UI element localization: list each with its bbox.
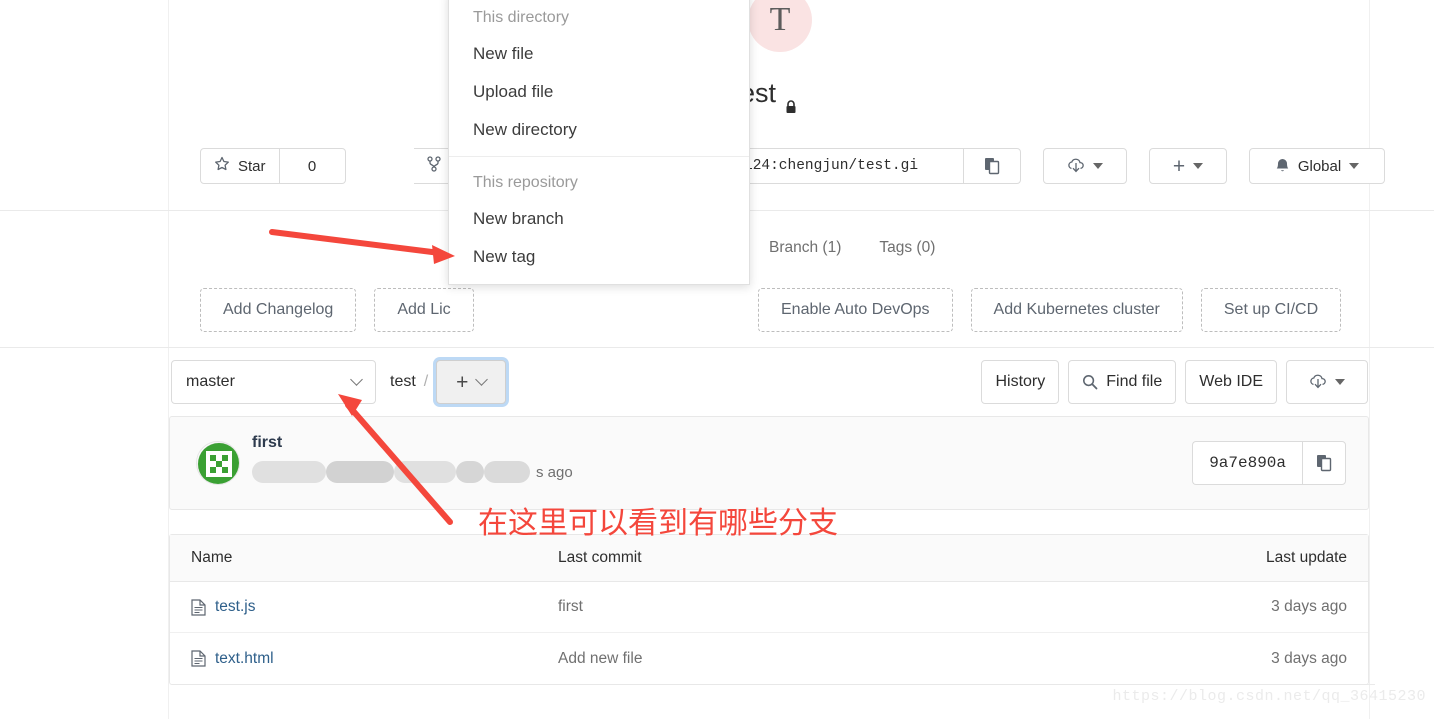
- menu-item-new-tag[interactable]: New tag: [449, 238, 749, 276]
- menu-item-new-branch[interactable]: New branch: [449, 200, 749, 238]
- column-header-last-update: Last update: [1265, 549, 1347, 566]
- project-avatar: T: [748, 0, 812, 52]
- notification-button[interactable]: Global: [1249, 148, 1385, 184]
- file-commit-cell[interactable]: first: [558, 598, 1238, 616]
- star-group: Star 0: [200, 148, 346, 184]
- table-row[interactable]: test.js first 3 days ago: [170, 582, 1368, 633]
- table-row[interactable]: text.html Add new file 3 days ago: [170, 633, 1368, 684]
- star-icon: [214, 156, 230, 176]
- copy-icon: [1316, 455, 1331, 472]
- copy-icon: [984, 158, 999, 175]
- menu-section-this-directory: This directory: [473, 9, 570, 26]
- redacted-author-3: [394, 461, 456, 483]
- menu-item-upload-file[interactable]: Upload file: [449, 73, 749, 111]
- menu-item-new-file[interactable]: New file: [449, 35, 749, 73]
- file-list: Name Last commit Last update test.js fir…: [169, 534, 1369, 685]
- avatar: [196, 441, 240, 485]
- clone-and-actions: 124:chengjun/test.gi + Global: [735, 148, 1385, 184]
- file-commit-cell[interactable]: Add new file: [558, 650, 1238, 668]
- setup-actions-right: Enable Auto DevOps Add Kubernetes cluste…: [758, 288, 1342, 332]
- file-name-cell: test.js: [170, 598, 558, 616]
- chevron-down-icon: [1349, 163, 1360, 169]
- add-to-tree-dropdown-menu: This directory New file Upload file New …: [448, 0, 750, 285]
- redacted-time: [484, 461, 530, 483]
- add-kubernetes-cluster-button[interactable]: Add Kubernetes cluster: [970, 288, 1183, 332]
- find-file-label: Find file: [1106, 373, 1163, 390]
- breadcrumb-root[interactable]: test: [390, 373, 416, 391]
- bell-icon: [1276, 158, 1289, 171]
- notification-label: Global: [1297, 157, 1342, 175]
- chevron-down-icon: [1093, 163, 1103, 169]
- project-avatar-letter: T: [769, 1, 791, 38]
- commit-title[interactable]: first: [252, 434, 282, 452]
- fork-icon: [426, 156, 441, 176]
- plus-icon: +: [456, 370, 469, 394]
- file-list-header: Name Last commit Last update: [170, 535, 1368, 582]
- file-name-cell: text.html: [170, 650, 558, 668]
- setup-divider: [0, 347, 1434, 348]
- download-icon: [1310, 374, 1326, 389]
- branch-selector[interactable]: master: [171, 360, 376, 404]
- star-label: Star: [238, 157, 266, 175]
- chevron-down-icon: [1335, 379, 1345, 385]
- breadcrumb: test / +: [390, 360, 507, 404]
- add-changelog-button[interactable]: Add Changelog: [200, 288, 357, 332]
- repo-action-buttons: History Find file Web IDE: [981, 360, 1368, 404]
- copy-sha-button[interactable]: [1302, 441, 1346, 485]
- download-icon: [1068, 158, 1084, 173]
- star-button[interactable]: Star: [200, 148, 280, 184]
- download-source-button[interactable]: [1043, 148, 1127, 184]
- breadcrumb-separator: /: [423, 373, 429, 390]
- find-file-button[interactable]: Find file: [1068, 360, 1177, 404]
- history-button[interactable]: History: [981, 360, 1060, 404]
- chevron-down-icon: [350, 372, 363, 386]
- star-count[interactable]: 0: [279, 148, 346, 184]
- search-icon: [1083, 374, 1098, 390]
- annotation-text: 在这里可以看到有哪些分支: [478, 507, 838, 540]
- commit-time-ago: s ago: [536, 463, 573, 481]
- chevron-down-icon: [1193, 163, 1204, 169]
- clone-url-field[interactable]: 124:chengjun/test.gi: [735, 148, 963, 184]
- tags-stat[interactable]: Tags (0): [879, 239, 935, 257]
- redacted-author: [252, 461, 326, 483]
- column-header-last-commit: Last commit: [558, 549, 642, 566]
- add-to-tree-button[interactable]: +: [436, 360, 507, 404]
- menu-divider: [449, 156, 749, 157]
- redacted-author-4: [456, 461, 484, 483]
- file-link[interactable]: text.html: [215, 650, 274, 668]
- redacted-author-2: [326, 461, 394, 483]
- commit-sha-group: 9a7e890a: [1192, 441, 1346, 485]
- download-repo-button[interactable]: [1286, 360, 1368, 404]
- watermark: https://blog.csdn.net/qq_36415230: [1112, 688, 1426, 705]
- web-ide-button[interactable]: Web IDE: [1185, 360, 1277, 404]
- commit-meta: s ago: [252, 461, 573, 483]
- copy-url-button[interactable]: [963, 148, 1021, 184]
- last-commit-panel: first s ago 9a7e890a: [169, 416, 1369, 510]
- lock-icon: [785, 90, 797, 113]
- branch-selector-label: master: [186, 373, 235, 390]
- chevron-down-icon: [475, 372, 489, 386]
- arrow-to-new-branch: [269, 229, 455, 264]
- set-up-cicd-button[interactable]: Set up CI/CD: [1200, 288, 1342, 332]
- commit-sha[interactable]: 9a7e890a: [1192, 441, 1302, 485]
- repo-toolbar: master test / + History Find file Web ID…: [168, 360, 1370, 406]
- column-header-name: Name: [191, 549, 233, 566]
- file-update-cell: 3 days ago: [1271, 598, 1347, 615]
- setup-actions: Add Changelog Add Lic: [200, 288, 474, 332]
- gitlab-project-page: T est Star 0 124:chengjun/test.gi + Glob…: [0, 0, 1434, 719]
- menu-item-new-directory[interactable]: New directory: [449, 111, 749, 149]
- file-icon: [191, 598, 206, 616]
- file-update-cell: 3 days ago: [1271, 649, 1347, 667]
- file-icon: [191, 650, 206, 667]
- menu-section-this-repository: This repository: [473, 174, 578, 191]
- file-link[interactable]: test.js: [215, 598, 255, 616]
- add-license-button[interactable]: Add Lic: [374, 288, 474, 332]
- plus-icon: +: [1172, 154, 1186, 178]
- add-new-button[interactable]: +: [1149, 148, 1227, 184]
- enable-auto-devops-button[interactable]: Enable Auto DevOps: [758, 288, 953, 332]
- branches-stat[interactable]: Branch (1): [769, 239, 841, 257]
